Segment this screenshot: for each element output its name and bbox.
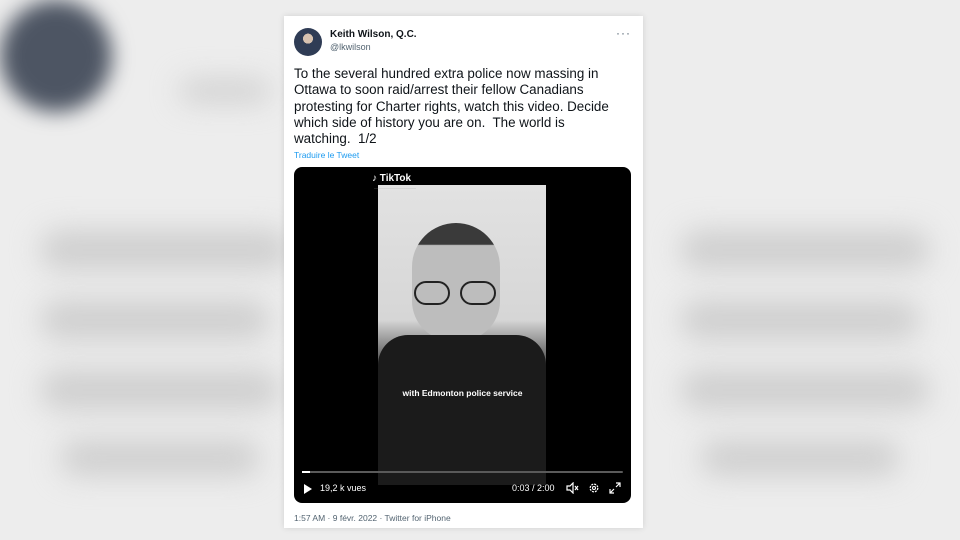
tiktok-logo: ♪ TikTok xyxy=(372,173,412,184)
more-options-icon[interactable]: ··· xyxy=(616,26,631,40)
progress-bar[interactable] xyxy=(302,471,623,473)
author-handle[interactable]: @lkwilson xyxy=(330,42,371,52)
video-controls: 19,2 k vues 0:03 / 2:00 xyxy=(294,479,631,499)
tweet-card: Keith Wilson, Q.C. @lkwilson ··· To the … xyxy=(284,16,643,528)
play-icon[interactable] xyxy=(304,484,312,494)
volume-icon[interactable] xyxy=(566,482,579,494)
video-player[interactable]: ♪ TikTok ····················· with Edmo… xyxy=(294,167,631,503)
video-frame xyxy=(378,185,546,485)
translate-link[interactable]: Traduire le Tweet xyxy=(294,150,359,160)
tiktok-username: ····················· xyxy=(374,186,416,192)
video-caption: with Edmonton police service xyxy=(402,388,523,398)
avatar[interactable] xyxy=(294,28,322,56)
gear-icon[interactable] xyxy=(588,482,600,494)
tweet-metadata: 1:57 AM · 9 févr. 2022 · Twitter for iPh… xyxy=(294,513,451,523)
view-count: 19,2 k vues xyxy=(320,483,367,493)
tweet-text: To the several hundred extra police now … xyxy=(294,66,613,147)
uniform-shape xyxy=(378,335,546,485)
progress-fill xyxy=(302,471,311,473)
fullscreen-icon[interactable] xyxy=(609,482,621,494)
time-display: 0:03 / 2:00 xyxy=(512,483,555,493)
glasses-shape xyxy=(414,281,500,305)
tiktok-label: TikTok xyxy=(379,173,412,184)
blurred-avatar xyxy=(0,0,112,112)
author-name[interactable]: Keith Wilson, Q.C. xyxy=(330,29,417,40)
